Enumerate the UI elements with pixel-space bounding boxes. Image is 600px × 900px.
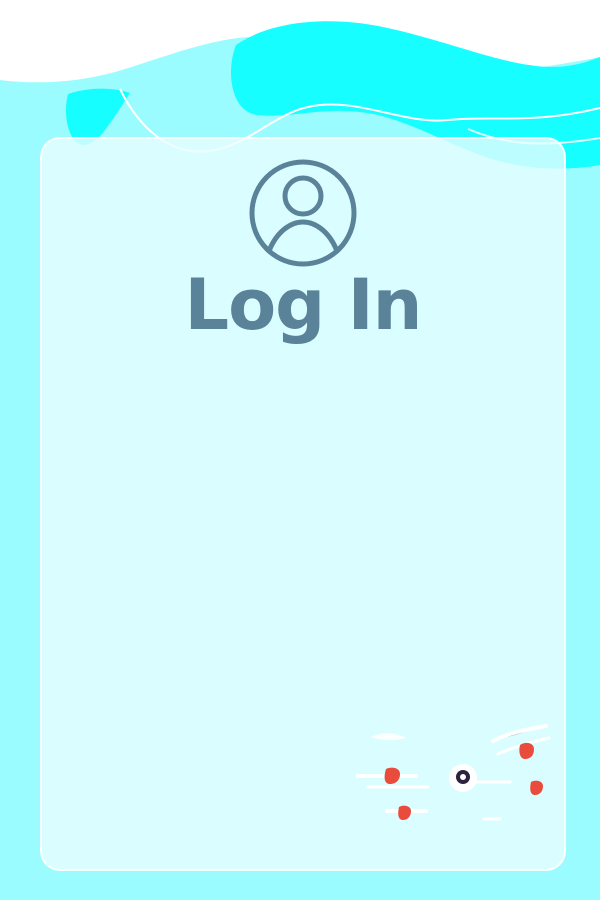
flying-hearts-illustration bbox=[356, 724, 551, 821]
page-title: Log In bbox=[184, 264, 422, 346]
user-avatar-icon bbox=[249, 159, 357, 267]
login-screen: Log In bbox=[0, 0, 600, 900]
login-card: Log In bbox=[40, 137, 566, 871]
